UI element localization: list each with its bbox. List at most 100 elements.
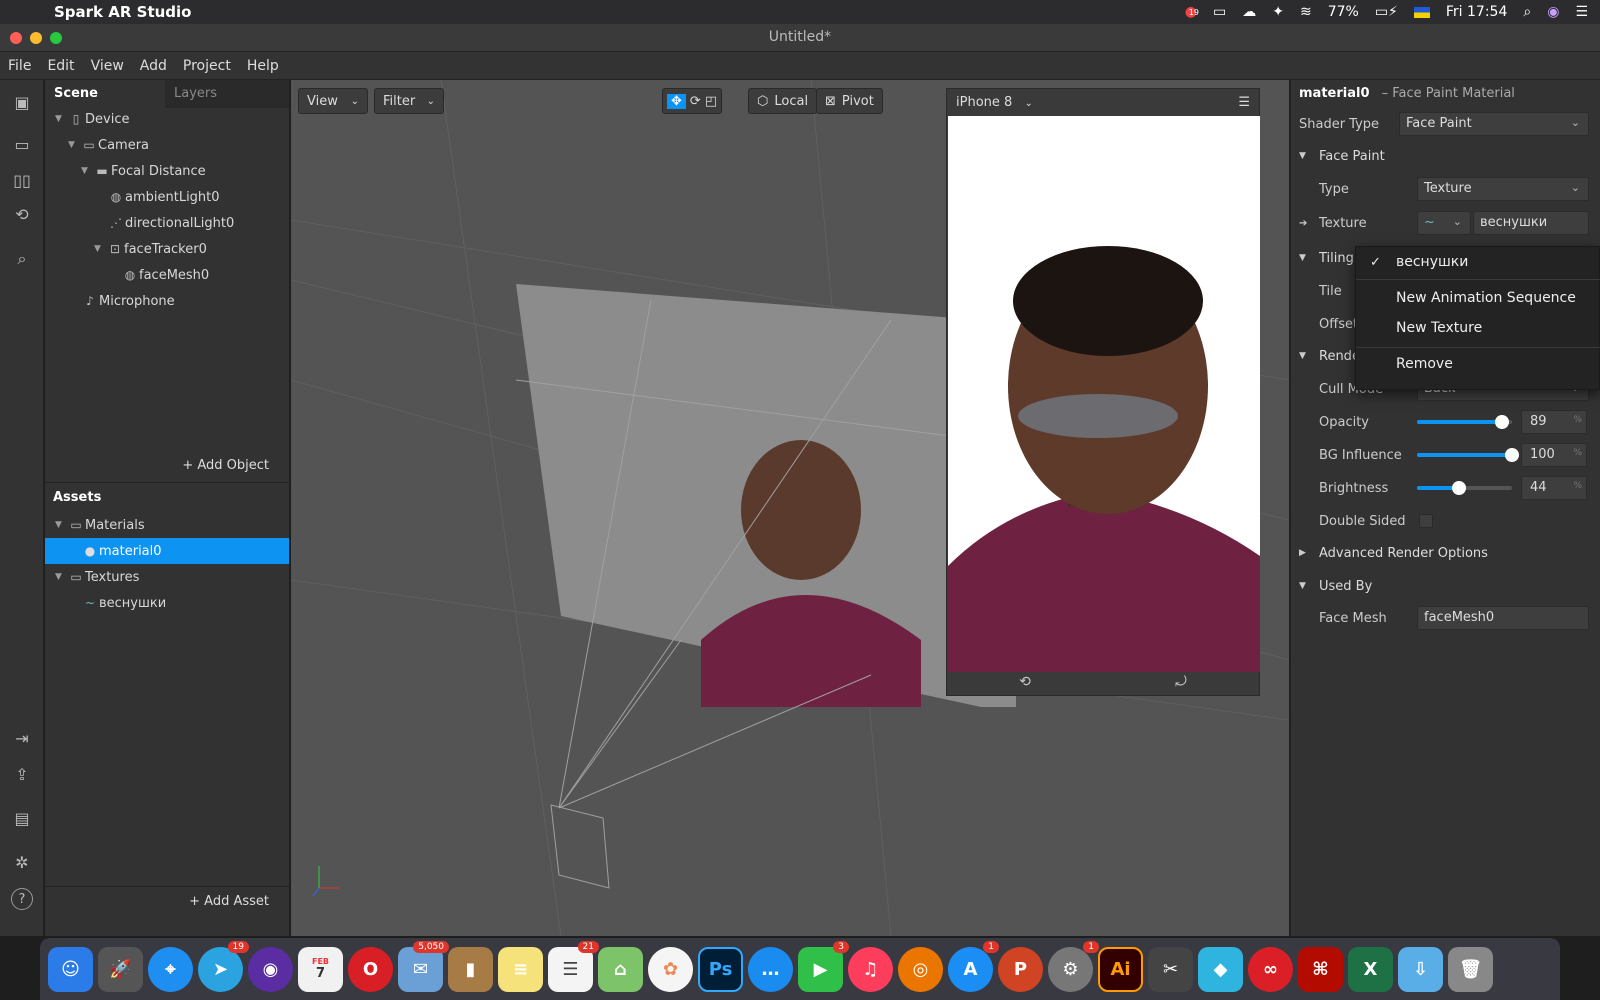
creative-cloud-icon[interactable]: ∞ [1248, 946, 1293, 992]
trash-icon[interactable]: 🗑 [1448, 946, 1493, 992]
spotlight-search-icon[interactable]: ⌕ [1523, 4, 1531, 20]
tree-item-textures[interactable]: ▼ ▭ Textures [55, 564, 139, 590]
video-icon[interactable]: ▭ [11, 134, 33, 156]
mail-icon[interactable]: ✉ 5,050 [398, 940, 449, 992]
face-mesh-link[interactable]: faceMesh0 [1417, 606, 1589, 630]
siri-icon[interactable]: ◉ [248, 946, 293, 992]
help-icon[interactable]: ? [11, 888, 33, 910]
launchpad-icon[interactable]: 🚀 [98, 946, 143, 992]
telegram-icon[interactable]: ➤ 19 [198, 940, 249, 992]
slider-knob[interactable] [1451, 481, 1466, 495]
hamburger-menu-icon[interactable]: ☰ [1238, 95, 1250, 110]
add-object-button[interactable]: + Add Object [182, 458, 269, 473]
double-sided-checkbox[interactable] [1419, 514, 1433, 528]
tab-layers[interactable]: Layers [165, 80, 289, 108]
creative-cloud-icon[interactable]: ☁ [1242, 4, 1256, 20]
face-paint-section[interactable]: ▼ Face Paint [1291, 140, 1600, 172]
pivot-button[interactable]: ⊠ Pivot [816, 88, 883, 114]
menu-item-new-animation-sequence[interactable]: New Animation Sequence [1396, 290, 1576, 306]
send-to-device-icon[interactable]: ⇥ [11, 728, 33, 750]
messages-icon[interactable]: … [748, 946, 793, 992]
slider-knob[interactable] [1494, 415, 1509, 429]
tree-item-directional-light[interactable]: ⋰ directionalLight0 [107, 210, 234, 236]
music-icon[interactable]: ♫ [848, 946, 893, 992]
scene-viewport[interactable]: View ⌄ Filter ⌄ ✥ ⟳ ◰ ⬡ Local ⊠ Pivot iPhone… [291, 80, 1289, 936]
tree-item-device[interactable]: ▼ ▯ Device [55, 106, 129, 132]
safari-icon[interactable]: ⌖ [148, 946, 193, 992]
notes-icon[interactable]: ≡ [498, 946, 543, 992]
tree-item-face-tracker[interactable]: ▼ ⊡ faceTracker0 [94, 236, 207, 262]
bg-influence-input[interactable]: 100% [1521, 443, 1587, 467]
opacity-input[interactable]: 89% [1521, 410, 1587, 434]
maps-icon[interactable]: ⌂ [598, 946, 643, 992]
tree-item-camera[interactable]: ▼ ▭ Camera [68, 132, 149, 158]
downloads-folder-icon[interactable]: ⇩ [1398, 946, 1443, 992]
facetime-icon[interactable]: ▶ 3 [798, 940, 849, 992]
menu-view[interactable]: View [83, 58, 132, 74]
chevron-down-icon[interactable]: ▼ [94, 244, 106, 254]
layout-icon[interactable]: ▣ [11, 92, 33, 114]
tree-item-texture-freckles[interactable]: ~ веснушки [81, 590, 166, 616]
simulator-icon[interactable]: ▯▯ [11, 170, 33, 192]
advanced-render-section[interactable]: ▶ Advanced Render Options [1291, 537, 1600, 569]
menu-edit[interactable]: Edit [39, 58, 82, 74]
simulator-screen[interactable] [948, 116, 1260, 672]
menu-item-remove[interactable]: Remove [1396, 356, 1453, 372]
shader-type-dropdown[interactable]: Face Paint ⌄ [1399, 112, 1589, 136]
siri-icon[interactable]: ◉ [1547, 4, 1559, 20]
view-dropdown[interactable]: View ⌄ [298, 88, 368, 114]
bug-icon[interactable]: ✲ [11, 852, 33, 874]
menu-project[interactable]: Project [175, 58, 239, 74]
blender-icon[interactable]: ◎ [898, 946, 943, 992]
menu-item-new-texture[interactable]: New Texture [1396, 320, 1482, 336]
type-dropdown[interactable]: Texture ⌄ [1417, 177, 1589, 201]
opera-icon[interactable]: O [348, 946, 393, 992]
scale-icon[interactable]: ◰ [705, 94, 717, 109]
menu-add[interactable]: Add [132, 58, 175, 74]
reminders-icon[interactable]: ☰ 21 [548, 940, 599, 992]
filter-dropdown[interactable]: Filter ⌄ [374, 88, 444, 114]
library-icon[interactable]: ▤ [11, 808, 33, 830]
notebook-icon[interactable]: ▮ [448, 946, 493, 992]
rotate-icon[interactable]: ⟳ [690, 94, 701, 109]
connect-arrow-icon[interactable]: ➔ [1299, 218, 1307, 229]
local-button[interactable]: ⬡ Local [748, 88, 818, 114]
flag-icon[interactable] [1413, 6, 1430, 18]
battery-icon[interactable]: ▭⚡ [1375, 4, 1398, 20]
menu-help[interactable]: Help [239, 58, 287, 74]
tree-item-material0[interactable]: ● material0 [45, 538, 289, 564]
refresh-icon[interactable]: ⟲ [11, 204, 33, 226]
tab-scene[interactable]: Scene [45, 80, 165, 108]
tree-item-face-mesh[interactable]: ◍ faceMesh0 [121, 262, 209, 288]
powerpoint-icon[interactable]: P [998, 946, 1043, 992]
chevron-down-icon[interactable]: ▼ [55, 520, 67, 530]
notification-icon[interactable]: ● 19 [1185, 4, 1199, 20]
app-store-icon[interactable]: A1 [948, 940, 999, 992]
system-preferences-icon[interactable]: ⚙ 1 [1048, 940, 1099, 992]
calendar-icon[interactable]: FEB 7 [298, 946, 343, 992]
search-icon[interactable]: ⌕ [11, 248, 33, 270]
brightness-input[interactable]: 44% [1521, 476, 1587, 500]
opacity-slider[interactable] [1417, 415, 1512, 429]
battery-percent[interactable]: 77% [1328, 4, 1359, 20]
clock[interactable]: Fri 17:54 [1446, 4, 1507, 20]
control-center-icon[interactable]: ☰ [1575, 4, 1588, 20]
menu-file[interactable]: File [0, 58, 39, 74]
flip-camera-icon[interactable]: ⟲ [1019, 674, 1031, 690]
brightness-slider[interactable] [1417, 481, 1512, 495]
bg-influence-slider[interactable] [1417, 448, 1519, 462]
texture-picker-button[interactable]: ~ ⌄ [1417, 211, 1471, 235]
menu-item-freckles[interactable]: веснушки [1396, 254, 1468, 270]
texture-value-field[interactable]: веснушки [1473, 211, 1589, 235]
photoshop-icon[interactable]: Ps [698, 946, 743, 992]
illustrator-icon[interactable]: Ai [1098, 946, 1143, 992]
wifi-icon[interactable]: ≋ [1300, 4, 1312, 20]
tree-item-focal-distance[interactable]: ▼ ▬ Focal Distance [81, 158, 206, 184]
display-icon[interactable]: ▭ [1213, 4, 1226, 20]
move-icon[interactable]: ✥ [667, 93, 686, 109]
chevron-down-icon[interactable]: ▼ [81, 166, 93, 176]
utilities-icon[interactable]: ✂ [1148, 946, 1193, 992]
tree-item-microphone[interactable]: ♪ Microphone [81, 288, 175, 314]
finder-icon[interactable]: ☺ [48, 946, 93, 992]
share-icon[interactable]: ⇪ [11, 764, 33, 786]
